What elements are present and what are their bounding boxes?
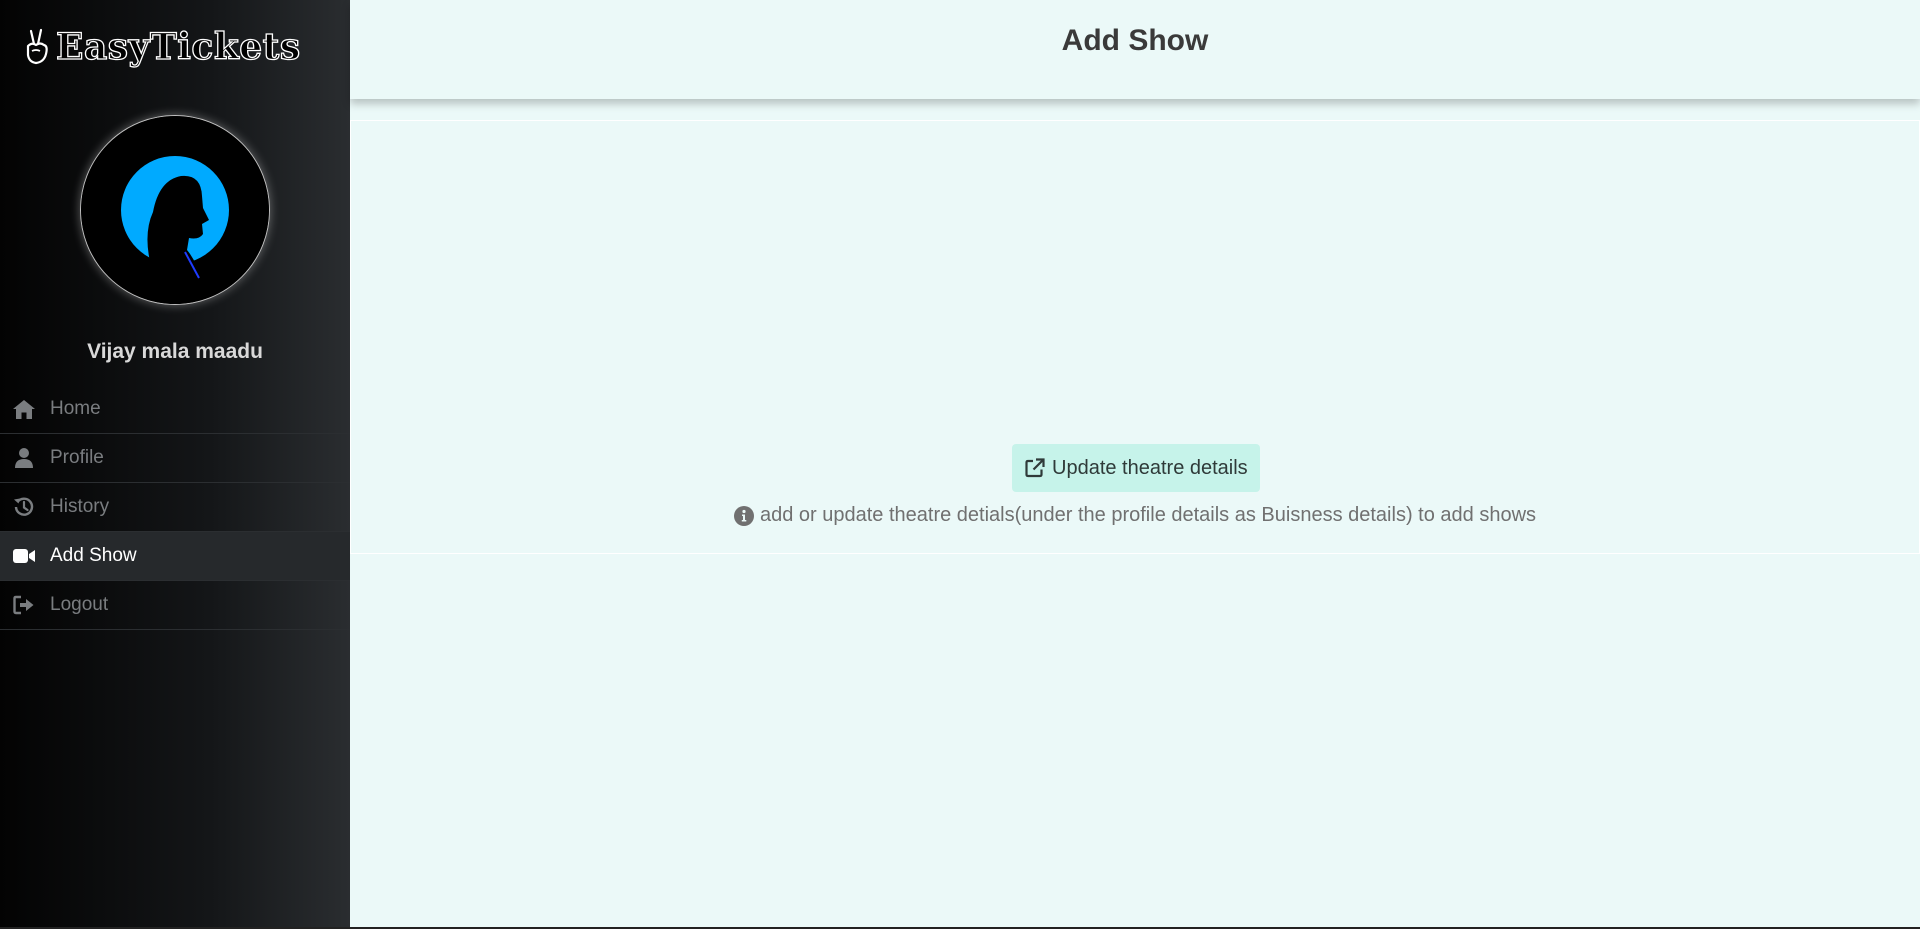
page-header: Add Show <box>350 0 1920 99</box>
app-root: EasyTickets Vijay mala maadu Home Profil… <box>0 0 1920 929</box>
sidebar: EasyTickets Vijay mala maadu Home Profil… <box>0 0 350 929</box>
video-camera-icon <box>12 544 36 568</box>
sidebar-item-history[interactable]: History <box>0 483 350 532</box>
brand-name: EasyTickets <box>55 25 301 68</box>
info-text: add or update theatre detials(under the … <box>759 504 1537 526</box>
sign-out-icon <box>12 593 36 617</box>
sidebar-nav: Home Profile History Add Show Logout <box>0 385 350 630</box>
sidebar-item-label: Profile <box>50 447 104 468</box>
home-icon <box>12 397 36 421</box>
update-button-label: Update theatre details <box>1052 456 1248 479</box>
sidebar-item-label: Home <box>50 398 101 419</box>
user-silhouette-avatar <box>81 116 269 304</box>
user-name: Vijay mala maadu <box>87 340 263 363</box>
avatar <box>80 115 270 305</box>
sidebar-item-home[interactable]: Home <box>0 385 350 434</box>
main-content: Add Show Update theatre details add or u… <box>350 0 1920 927</box>
user-icon <box>12 446 36 470</box>
sidebar-item-label: History <box>50 496 110 517</box>
sidebar-item-label: Logout <box>50 594 109 615</box>
update-theatre-details-button[interactable]: Update theatre details <box>1012 444 1260 492</box>
content-panel: Update theatre details add or update the… <box>350 120 1920 554</box>
hand-peace-icon <box>26 28 48 65</box>
sidebar-item-profile[interactable]: Profile <box>0 434 350 483</box>
sidebar-item-logout[interactable]: Logout <box>0 581 350 630</box>
sidebar-item-label: Add Show <box>50 545 137 566</box>
history-icon <box>12 495 36 519</box>
page-title: Add Show <box>1061 24 1209 57</box>
brand-logo[interactable]: EasyTickets <box>22 22 301 72</box>
sidebar-item-add-show[interactable]: Add Show <box>0 532 350 581</box>
info-circle-icon <box>733 505 754 526</box>
external-link-icon <box>1025 458 1045 478</box>
info-message: add or update theatre detials(under the … <box>351 504 1919 527</box>
